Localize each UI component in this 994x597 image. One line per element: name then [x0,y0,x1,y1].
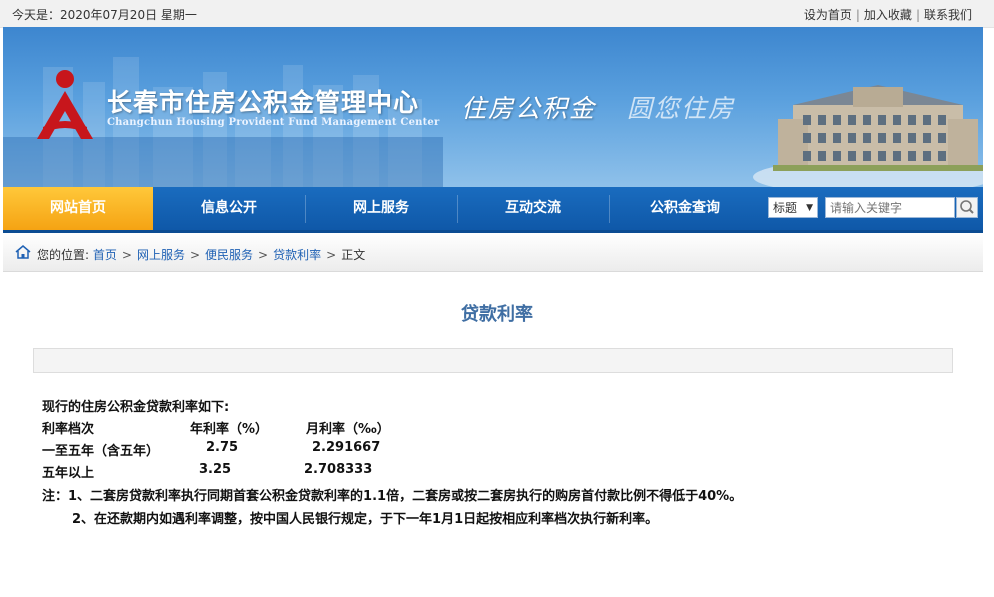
table-header-tier: 利率档次 [42,422,95,437]
table-cell: 一至五年（含五年） [42,444,160,459]
breadcrumb: 您的位置: 首页 > 网上服务 > 便民服务 > 贷款利率 > 正文 [3,233,983,272]
breadcrumb-online-services[interactable]: 网上服务 [137,248,185,262]
search-type-value: 标题 [773,201,798,215]
table-cell: 五年以上 [42,466,95,481]
article-title: 贷款利率 [461,304,533,325]
table-cell: 2.291667 [312,440,381,455]
search-input[interactable] [825,197,955,218]
nav-item-online-services[interactable]: 网上服务 [305,187,457,230]
search-button[interactable] [956,197,978,218]
table-cell: 2.75 [206,440,239,455]
breadcrumb-trail: 您的位置: 首页 > 网上服务 > 便民服务 > 贷款利率 > 正文 [37,246,365,263]
main-nav: 网站首页 信息公开 网上服务 互动交流 公积金查询 标题 ▼ [3,187,983,233]
building-illustration [753,85,983,187]
home-icon [15,245,31,259]
breadcrumb-current: 正文 [341,248,366,262]
note-item: 注：1、二套房贷款利率执行同期首套公积金贷款利率的1.1倍，二套房或按二套房执行… [42,489,743,504]
breadcrumb-prefix: 您的位置: [37,248,90,262]
nav-item-interaction[interactable]: 互动交流 [457,187,609,230]
breadcrumb-loan-rates[interactable]: 贷款利率 [273,248,321,262]
set-homepage-link[interactable]: 设为首页 [804,8,852,22]
table-header-monthly-rate: 月利率（‰） [306,422,390,437]
org-name: 长春市住房公积金管理中心 [107,88,420,117]
top-links: 设为首页 | 加入收藏 | 联系我们 [804,6,972,23]
slogan-primary: 住房公积金 [461,94,597,123]
breadcrumb-home[interactable]: 首页 [93,248,117,262]
slogan-secondary: 圆您住房 [627,94,736,123]
header-banner: 长春市住房公积金管理中心 Changchun Housing Provident… [3,27,983,187]
link-separator: | [915,8,920,22]
breadcrumb-separator: > [121,248,132,262]
table-cell: 2.708333 [304,462,373,477]
contact-us-link[interactable]: 联系我们 [924,8,972,22]
table-cell: 3.25 [199,462,232,477]
org-name-english: Changchun Housing Provident Fund Managem… [107,117,440,128]
table-header-annual-rate: 年利率（%） [190,422,269,437]
breadcrumb-separator: > [258,248,269,262]
add-favorite-link[interactable]: 加入收藏 [864,8,912,22]
nav-item-fund-query[interactable]: 公积金查询 [609,187,761,230]
intro-text: 现行的住房公积金贷款利率如下: [42,400,230,415]
top-bar: 今天是：2020年07月20日 星期一 设为首页 | 加入收藏 | 联系我们 [0,0,994,28]
chevron-down-icon: ▼ [806,203,813,213]
breadcrumb-separator: > [189,248,201,262]
note-item: 2、在还款期内如遇利率调整，按中国人民银行规定，于下一年1月1日起按相应利率档次… [72,512,659,527]
current-date: 今天是：2020年07月20日 星期一 [12,8,197,22]
nav-item-home[interactable]: 网站首页 [3,187,153,230]
nav-item-info-disclosure[interactable]: 信息公开 [153,187,305,230]
breadcrumb-separator: > [326,248,337,262]
article-info-bar [33,348,953,373]
search-type-select[interactable]: 标题 ▼ [768,197,818,218]
link-separator: | [855,8,860,22]
search-icon [960,200,974,214]
breadcrumb-convenience-services[interactable]: 便民服务 [205,248,253,262]
